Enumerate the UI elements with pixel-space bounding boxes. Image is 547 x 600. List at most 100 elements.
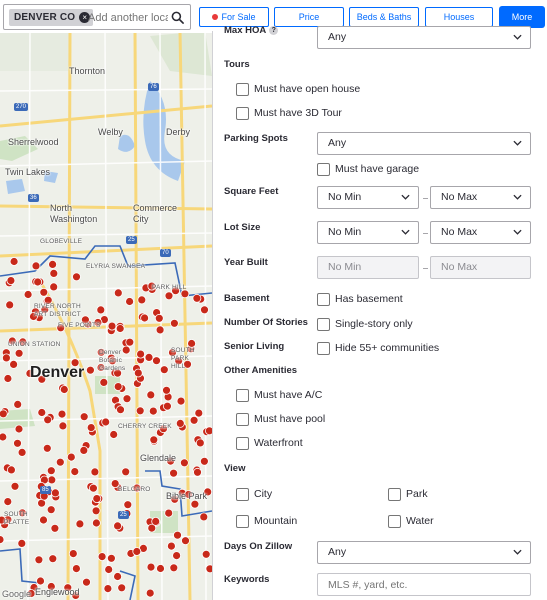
listing-marker[interactable]	[115, 324, 125, 333]
listing-marker[interactable]	[57, 409, 67, 419]
home-type-button[interactable]: Houses	[425, 7, 493, 27]
for-sale-button[interactable]: For Sale	[199, 7, 269, 27]
listing-marker[interactable]	[140, 313, 150, 323]
listing-marker[interactable]	[68, 549, 78, 558]
max-hoa-select[interactable]: Any	[317, 26, 531, 49]
year-min-input[interactable]: No Min	[317, 256, 419, 279]
listing-marker[interactable]	[39, 515, 48, 525]
listing-marker[interactable]	[148, 406, 158, 416]
listing-marker[interactable]	[200, 305, 209, 315]
listing-marker[interactable]	[116, 405, 125, 415]
listing-marker[interactable]	[46, 505, 56, 515]
help-icon[interactable]: ?	[269, 26, 279, 35]
view-mountain-checkbox[interactable]	[236, 515, 249, 528]
listing-marker[interactable]	[79, 445, 89, 455]
listing-marker[interactable]	[92, 518, 101, 528]
listing-marker[interactable]	[107, 321, 117, 331]
listing-marker[interactable]	[125, 297, 135, 306]
listing-marker[interactable]	[179, 458, 189, 468]
listing-marker[interactable]	[72, 564, 81, 573]
listing-marker[interactable]	[9, 359, 19, 369]
listing-marker[interactable]	[50, 523, 60, 533]
listing-marker[interactable]	[13, 399, 23, 409]
listing-marker[interactable]	[6, 276, 16, 286]
listing-marker[interactable]	[133, 368, 143, 378]
listing-marker[interactable]	[189, 415, 199, 425]
listing-marker[interactable]	[151, 516, 161, 526]
more-button[interactable]: More	[500, 7, 544, 27]
listing-marker[interactable]	[123, 500, 133, 510]
pool-checkbox[interactable]	[236, 413, 249, 426]
listing-marker[interactable]	[91, 506, 101, 516]
listing-marker[interactable]	[5, 300, 15, 310]
listing-marker[interactable]	[82, 577, 91, 587]
search-icon[interactable]	[171, 11, 184, 24]
listing-marker[interactable]	[92, 494, 102, 504]
days-on-zillow-select[interactable]: Any	[317, 541, 531, 564]
listing-marker[interactable]	[113, 521, 122, 531]
listing-marker[interactable]	[172, 551, 182, 560]
listing-marker[interactable]	[89, 483, 98, 493]
listing-marker[interactable]	[39, 287, 49, 297]
listing-marker[interactable]	[0, 535, 5, 544]
hide-55-checkbox[interactable]	[317, 342, 330, 355]
listing-marker[interactable]	[99, 377, 109, 387]
listing-marker[interactable]	[14, 348, 24, 358]
3d-tour-checkbox[interactable]	[236, 107, 249, 120]
listing-marker[interactable]	[117, 583, 127, 593]
price-button[interactable]: Price	[274, 7, 344, 27]
listing-marker[interactable]	[47, 475, 57, 485]
listing-marker[interactable]	[199, 456, 209, 466]
listing-marker[interactable]	[164, 508, 174, 518]
listing-marker[interactable]	[199, 512, 209, 522]
listing-marker[interactable]	[154, 313, 164, 323]
listing-marker[interactable]	[205, 426, 212, 436]
listing-marker[interactable]	[0, 432, 8, 442]
listing-marker[interactable]	[66, 452, 76, 462]
listing-marker[interactable]	[104, 565, 114, 574]
garage-checkbox[interactable]	[317, 163, 330, 176]
listing-marker[interactable]	[146, 562, 156, 572]
beds-baths-button[interactable]: Beds & Baths	[349, 7, 419, 27]
view-water-checkbox[interactable]	[388, 515, 401, 528]
map-canvas[interactable]	[0, 31, 212, 600]
listing-marker[interactable]	[13, 438, 22, 448]
listing-marker[interactable]	[96, 305, 106, 315]
listing-marker[interactable]	[107, 553, 116, 563]
listing-marker[interactable]	[2, 353, 11, 363]
listing-marker[interactable]	[135, 406, 145, 416]
listing-marker[interactable]	[145, 588, 155, 598]
listing-marker[interactable]	[59, 385, 69, 394]
listing-marker[interactable]	[113, 382, 123, 392]
ac-checkbox[interactable]	[236, 389, 249, 402]
listing-marker[interactable]	[136, 349, 146, 359]
listing-marker[interactable]	[169, 563, 179, 573]
listing-marker[interactable]	[49, 282, 59, 292]
parking-select[interactable]: Any	[317, 132, 531, 155]
lot-max-select[interactable]: No Max	[430, 221, 531, 244]
listing-marker[interactable]	[156, 564, 165, 573]
listing-marker[interactable]	[0, 409, 8, 419]
listing-marker[interactable]	[34, 555, 44, 565]
listing-marker[interactable]	[194, 408, 204, 418]
listing-marker[interactable]	[17, 447, 27, 457]
listing-marker[interactable]	[152, 356, 161, 366]
listing-marker[interactable]	[75, 519, 85, 529]
listing-marker[interactable]	[48, 554, 58, 564]
listing-marker[interactable]	[176, 396, 186, 406]
listing-marker[interactable]	[169, 318, 179, 328]
listing-marker[interactable]	[46, 466, 56, 476]
listing-marker[interactable]	[79, 412, 89, 422]
listing-marker[interactable]	[36, 576, 45, 586]
listing-marker[interactable]	[162, 401, 172, 411]
listing-marker[interactable]	[49, 268, 59, 278]
listing-marker[interactable]	[190, 499, 200, 509]
listing-marker[interactable]	[164, 291, 174, 301]
listing-marker[interactable]	[166, 541, 176, 551]
view-city-checkbox[interactable]	[236, 488, 249, 501]
listing-marker[interactable]	[43, 415, 53, 425]
listing-marker[interactable]	[90, 467, 100, 477]
listing-marker[interactable]	[58, 421, 68, 431]
view-park-checkbox[interactable]	[388, 488, 401, 501]
listing-marker[interactable]	[137, 295, 147, 305]
